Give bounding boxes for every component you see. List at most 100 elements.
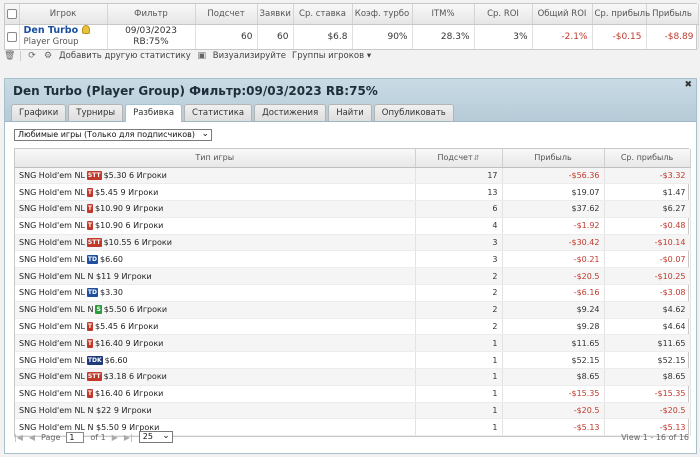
avg-profit-cell: -$3.32 — [604, 167, 691, 185]
tab-1[interactable]: Турниры — [68, 104, 124, 121]
row-checkbox[interactable] — [5, 24, 20, 49]
col-count[interactable]: Подсчет — [195, 4, 258, 25]
table-row[interactable]: SNG Hold'em NL STT $3.18 6 Игроки 1 $8.65 $8.… — [15, 368, 691, 386]
table-row[interactable]: SNG Hold'em NL TD $6.60 3 -$0.21 -$0.07 — [15, 250, 691, 269]
tab-5[interactable]: Найти — [328, 104, 372, 121]
col-itm[interactable]: ITM% — [412, 4, 475, 25]
avg-profit-cell: -$10.14 — [604, 234, 691, 252]
col-avg-profit[interactable]: Ср. прибыль — [592, 4, 650, 25]
col-player[interactable]: Игрок — [19, 4, 108, 25]
col-total-roi[interactable]: Общий ROI — [532, 4, 593, 25]
col-filter[interactable]: Фильтр — [107, 4, 196, 25]
game-details: $10.55 6 Игроки — [103, 238, 172, 248]
tab-0[interactable]: Графики — [11, 104, 67, 121]
profit-cell: -$30.42 — [502, 234, 605, 252]
table-row[interactable]: SNG Hold'em NL T $16.40 6 Игроки 1 -$15.35 -$… — [15, 385, 691, 403]
table-row[interactable]: SNG Hold'em NL T $10.90 9 Игроки 6 $37.62 $6.… — [15, 200, 691, 218]
game-type-badge: T — [86, 187, 94, 197]
page-input[interactable]: 1 — [66, 431, 85, 443]
game-details: $5.45 6 Игроки — [95, 322, 159, 332]
trash-icon[interactable]: 🗑 — [4, 51, 15, 61]
tab-4[interactable]: Достижения — [254, 104, 327, 121]
game-type-badge: TDK — [86, 355, 103, 365]
col-avg-roi[interactable]: Ср. ROI — [474, 4, 533, 25]
favorite-games-select[interactable]: Любимые игры (Только для подписчиков) ⌄ — [14, 129, 213, 141]
table-row[interactable]: SNG Hold'em NL N $22 9 Игроки 1 -$20.5 -$20… — [15, 402, 691, 420]
tab-bar: Графики Турниры Разбивка Статистика Достижен… — [11, 104, 454, 122]
close-icon[interactable]: ✖ — [684, 80, 692, 90]
table-row[interactable]: SNG Hold'em NL N $11 9 Игроки 2 -$20.5 -$10… — [15, 267, 691, 286]
avg-profit-cell: -$10.25 — [604, 267, 691, 286]
player-groups-dropdown[interactable]: Группы игроков ▾ — [292, 51, 371, 61]
game-details: $5.50 6 Игроки — [103, 305, 168, 315]
game-details: $5.45 9 Игроки — [95, 187, 159, 197]
rows-per-page-select[interactable]: 25 ⌄ — [138, 431, 173, 443]
refresh-icon[interactable]: ⟳ — [27, 51, 37, 61]
game-prefix: SNG Hold'em NL — [19, 288, 85, 298]
table-row[interactable]: SNG Hold'em NL T $5.45 6 Игроки 2 $9.28 $4.64 — [15, 318, 691, 336]
toolbar-divider — [20, 51, 21, 61]
table-row[interactable]: SNG Hold'em NL T $10.90 6 Игроки 4 -$1.92 -$0… — [15, 217, 691, 235]
table-row[interactable]: SNG Hold'em NL TDK $6.60 1 $52.15 $52.15 — [15, 351, 691, 370]
game-prefix: SNG Hold'em NL — [19, 338, 85, 348]
col-profit[interactable]: Прибыль — [502, 149, 605, 168]
game-prefix: SNG Hold'em NL N — [19, 406, 94, 416]
summary-row[interactable]: Den Turbo Player Group 09/03/2023 RB:75%… — [5, 24, 699, 49]
game-details: $3.30 — [100, 288, 123, 298]
game-type-badge: T — [86, 389, 94, 399]
table-row[interactable]: SNG Hold'em NL T $5.45 9 Игроки 13 $19.07 $1.… — [15, 183, 691, 202]
tab-3[interactable]: Статистика — [184, 104, 253, 121]
col-turbo[interactable]: Коэф. турбо — [352, 4, 413, 25]
table-row[interactable]: SNG Hold'em NL STT $5.30 6 Игроки 17 -$56.36… — [15, 167, 691, 185]
game-prefix: SNG Hold'em NL N — [19, 305, 94, 315]
filter-rb: RB:75% — [133, 36, 169, 47]
count-cell: 2 — [415, 318, 503, 336]
breakdown-panel: Den Turbo (Player Group) Фильтр:09/03/20… — [4, 78, 697, 454]
tab-6[interactable]: Опубликовать — [373, 104, 454, 121]
tab-2[interactable]: Разбивка — [125, 104, 183, 122]
profit-cell: -$6.16 — [502, 284, 605, 302]
game-prefix: SNG Hold'em NL — [19, 355, 85, 365]
player-name-link[interactable]: Den Turbo — [24, 25, 79, 36]
count-cell: 2 — [415, 301, 503, 319]
pager: |◀ ◀ Page 1 of 1 ▶ ▶| 25 ⌄ View 1 - 16 of… — [14, 429, 689, 445]
game-type-cell: SNG Hold'em NL T $5.45 9 Игроки — [15, 183, 416, 202]
col-profit[interactable]: Прибыль — [646, 4, 699, 25]
game-details: $3.18 6 Игроки — [103, 372, 167, 382]
table-row[interactable]: SNG Hold'em NL STT $10.55 6 Игроки 3 -$30.42… — [15, 234, 691, 252]
col-avg-stake[interactable]: Ср. ставка — [293, 4, 353, 25]
add-stats-button[interactable]: Добавить другую статистику — [59, 51, 191, 61]
page-of-label: of 1 — [90, 432, 106, 442]
breakdown-grid: Тип игры Подсчет⇵ Прибыль Ср. прибыль SN… — [14, 148, 691, 438]
first-page-icon[interactable]: |◀ — [14, 433, 23, 442]
prev-page-icon[interactable]: ◀ — [29, 433, 35, 442]
panel-header: Den Turbo (Player Group) Фильтр:09/03/20… — [5, 79, 696, 122]
next-page-icon[interactable]: ▶ — [112, 433, 118, 442]
itm-value: 28.3% — [412, 24, 475, 49]
settings-icon[interactable]: ⚙ — [43, 51, 53, 61]
col-game-type[interactable]: Тип игры — [15, 149, 416, 168]
game-prefix: SNG Hold'em NL — [19, 187, 85, 197]
table-row[interactable]: SNG Hold'em NL T $16.40 9 Игроки 1 $11.65 $11… — [15, 334, 691, 353]
game-type-cell: SNG Hold'em NL T $16.40 6 Игроки — [15, 385, 416, 403]
grid-toolbar: 🗑 ⟳ ⚙ Добавить другую статистику ▣ Визуа… — [4, 48, 697, 64]
last-page-icon[interactable]: ▶| — [124, 433, 133, 442]
filter-date: 09/03/2023 — [125, 25, 177, 36]
game-type-cell: SNG Hold'em NL T $5.45 6 Игроки — [15, 318, 416, 336]
profit-cell: -$20.5 — [502, 267, 605, 286]
select-all-checkbox[interactable] — [5, 4, 20, 25]
profit-cell: $9.28 — [502, 318, 605, 336]
game-prefix: SNG Hold'em NL — [19, 254, 85, 264]
game-prefix: SNG Hold'em NL — [19, 372, 85, 382]
game-type-badge: STT — [86, 372, 102, 382]
col-entries[interactable]: Заявки — [257, 4, 294, 25]
profit-cell: -$15.35 — [502, 385, 605, 403]
sort-icon: ⇵ — [473, 154, 480, 163]
table-row[interactable]: SNG Hold'em NL N S $5.50 6 Игроки 2 $9.24 $4.… — [15, 301, 691, 319]
table-row[interactable]: SNG Hold'em NL TD $3.30 2 -$6.16 -$3.08 — [15, 284, 691, 302]
avg-roi-value: 3% — [474, 24, 533, 49]
chevron-down-icon: ⌄ — [201, 129, 210, 139]
visualize-button[interactable]: Визуализируйте — [213, 51, 286, 61]
col-count[interactable]: Подсчет⇵ — [415, 149, 503, 168]
col-avg-profit[interactable]: Ср. прибыль — [604, 149, 691, 168]
